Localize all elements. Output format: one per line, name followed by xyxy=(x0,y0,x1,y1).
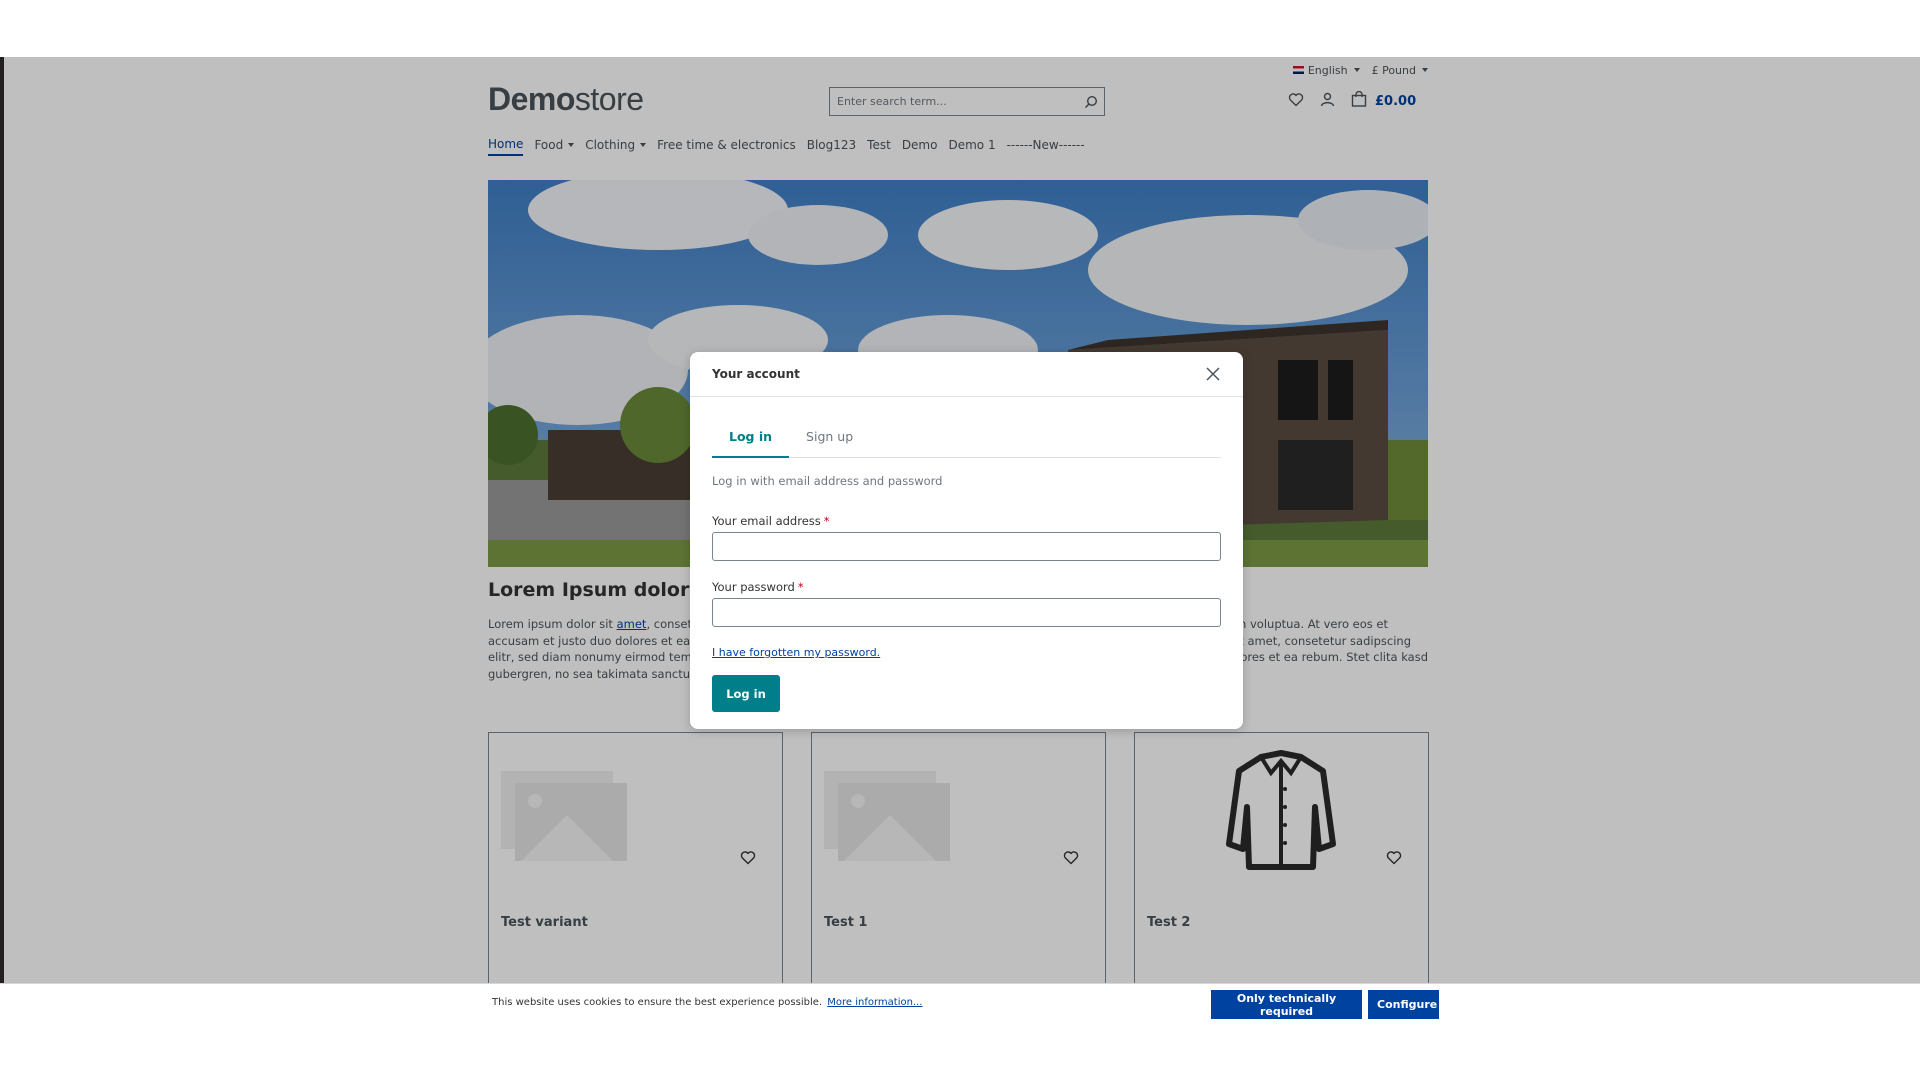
browser-viewport: English £ Pound Demostore Enter search t… xyxy=(0,57,1920,1023)
required-mark: * xyxy=(797,580,804,594)
account-tabs: Log in Sign up xyxy=(712,422,1221,458)
modal-title: Your account xyxy=(712,367,800,381)
email-field-wrapper xyxy=(712,532,1221,561)
cookie-text: This website uses cookies to ensure the … xyxy=(492,997,923,1008)
tab-sign-up[interactable]: Sign up xyxy=(789,422,870,458)
password-field[interactable] xyxy=(713,599,1220,626)
close-icon[interactable] xyxy=(1201,362,1225,386)
configure-cookies-button[interactable]: Configure xyxy=(1368,990,1439,1019)
top-white-strip xyxy=(0,0,1920,57)
only-technically-required-button[interactable]: Only technically required xyxy=(1211,990,1362,1019)
bottom-white-strip xyxy=(0,1023,1920,1080)
account-modal: Your account Log in Sign up Log in with … xyxy=(690,352,1243,729)
modal-header: Your account xyxy=(690,352,1243,397)
login-hint: Log in with email address and password xyxy=(712,474,943,488)
login-button[interactable]: Log in xyxy=(712,675,780,712)
cookie-bar: This website uses cookies to ensure the … xyxy=(0,983,1920,1023)
password-label: Your password * xyxy=(712,580,804,594)
password-label-text: Your password xyxy=(712,580,795,594)
email-label: Your email address * xyxy=(712,514,830,528)
cookie-message: This website uses cookies to ensure the … xyxy=(492,997,823,1008)
email-field[interactable] xyxy=(713,533,1220,560)
password-field-wrapper xyxy=(712,598,1221,627)
cookie-more-info-link[interactable]: More information... xyxy=(827,997,922,1008)
tab-log-in[interactable]: Log in xyxy=(712,422,790,458)
required-mark: * xyxy=(823,514,830,528)
forgot-password-link[interactable]: I have forgotten my password. xyxy=(712,646,880,659)
email-label-text: Your email address xyxy=(712,514,821,528)
